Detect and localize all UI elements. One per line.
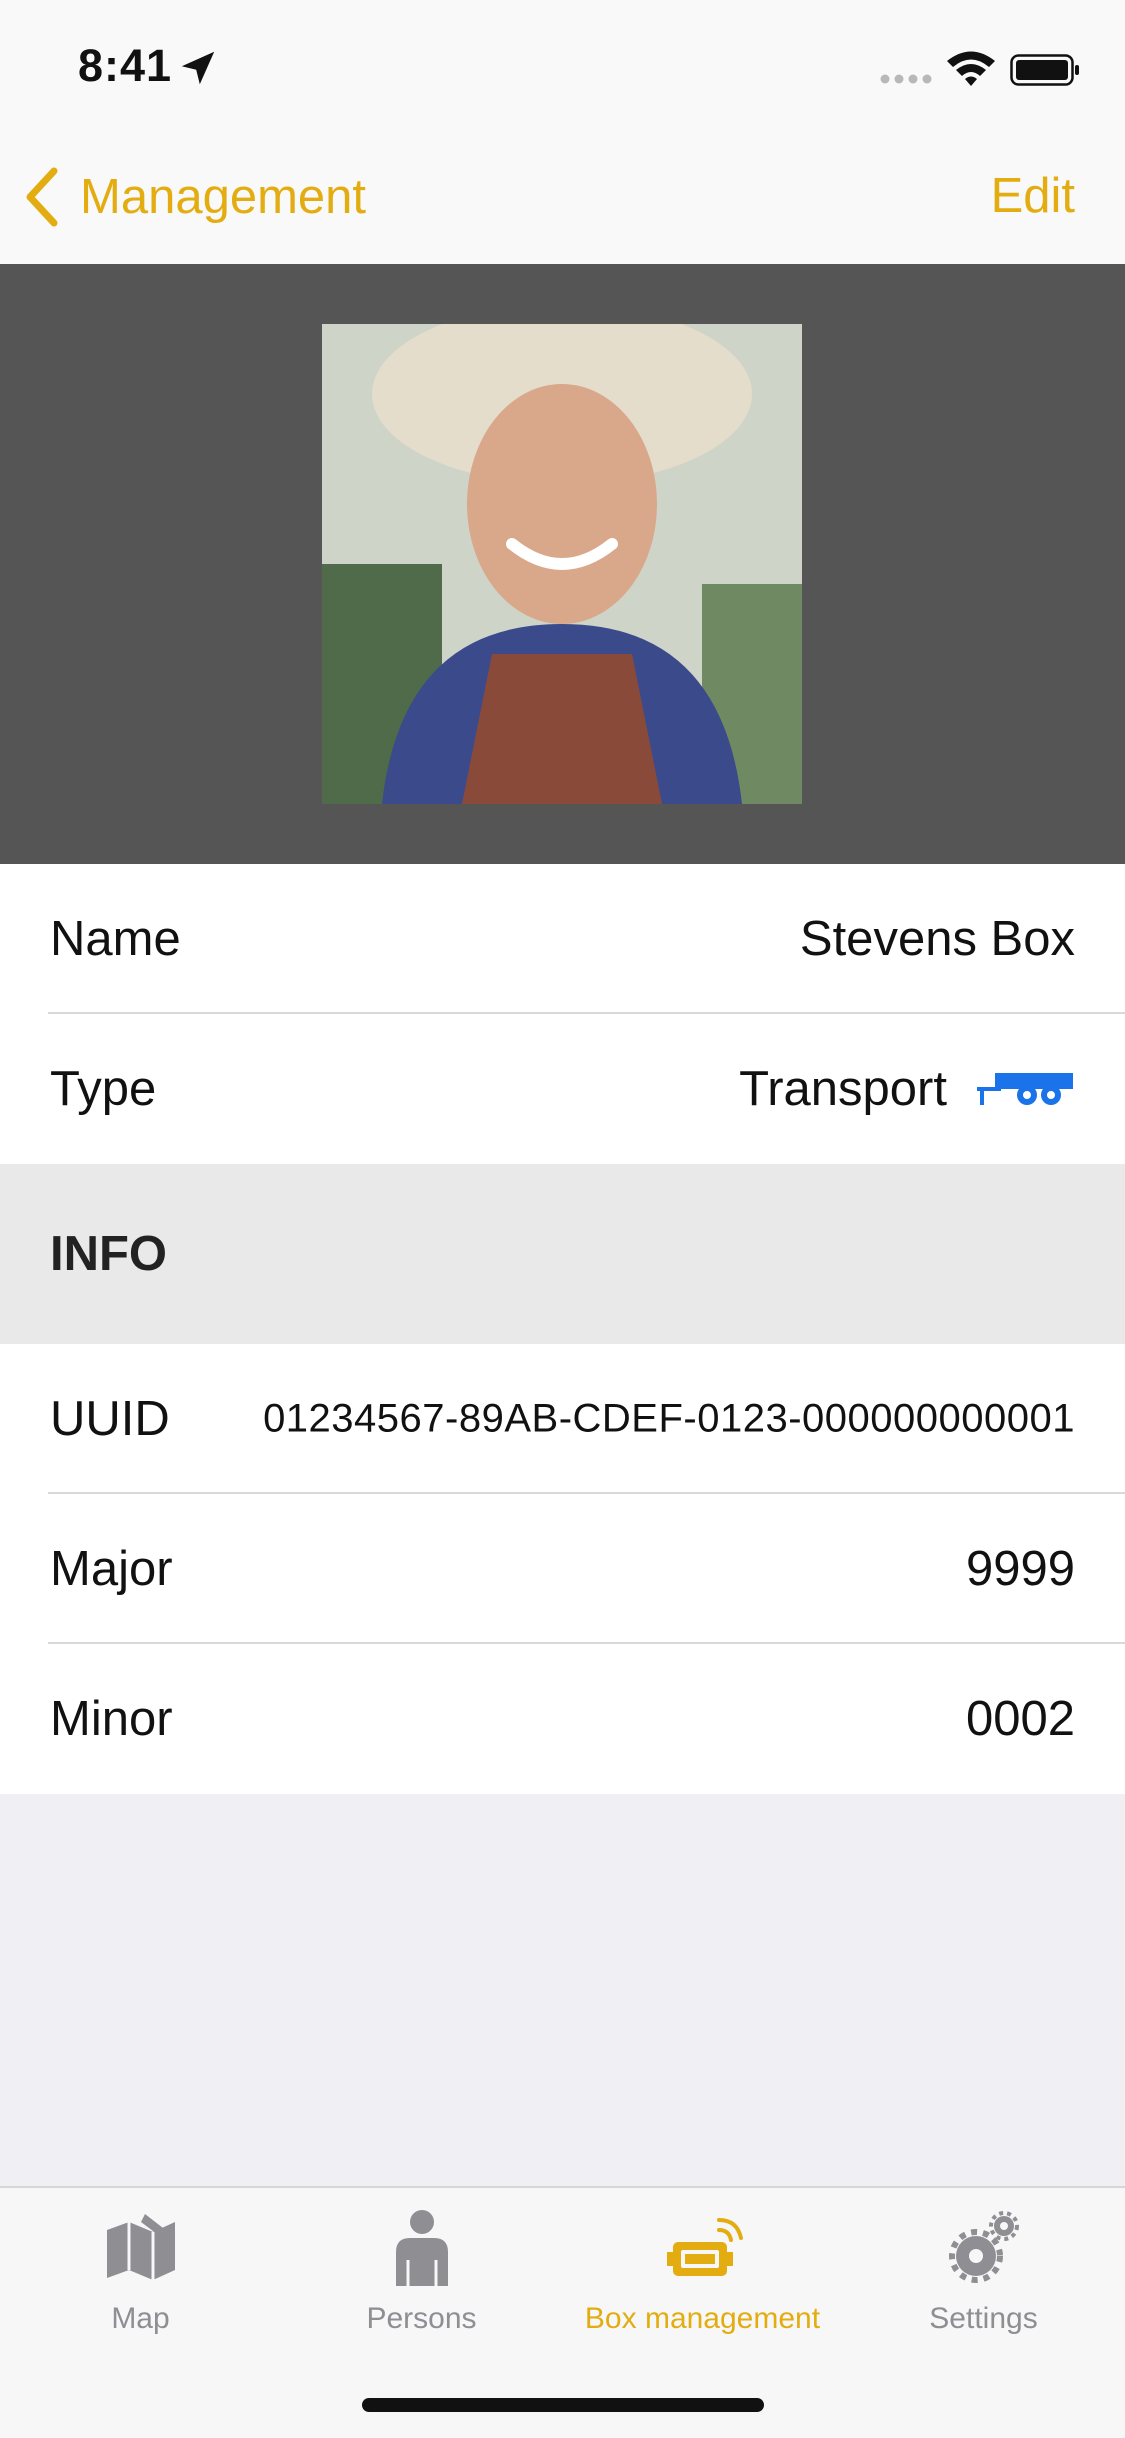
cellular-signal-icon bbox=[880, 74, 932, 84]
tab-settings-label: Settings bbox=[929, 2302, 1038, 2335]
trailer-icon bbox=[977, 1073, 1073, 1105]
navigation-bar: Management Edit bbox=[0, 132, 1125, 264]
tab-box-management-label: Box management bbox=[584, 2302, 821, 2335]
type-value-group: Transport bbox=[739, 1061, 1075, 1117]
box-photo-header bbox=[0, 264, 1125, 864]
info-section-header: INFO bbox=[0, 1164, 1125, 1344]
tab-map-label: Map bbox=[111, 2302, 170, 2335]
back-button-label: Management bbox=[80, 170, 367, 224]
info-section: UUID 01234567-89AB-CDEF-0123-00000000000… bbox=[0, 1344, 1125, 1794]
tab-bar: Map Persons Box management Settings bbox=[0, 2186, 1125, 2438]
edit-button[interactable]: Edit bbox=[991, 168, 1075, 224]
gears-icon bbox=[948, 2211, 1019, 2283]
box-photo[interactable] bbox=[322, 324, 802, 804]
map-icon bbox=[106, 2214, 175, 2280]
tab-box-management[interactable]: Box management bbox=[562, 2208, 843, 2358]
uuid-label: UUID bbox=[50, 1392, 170, 1446]
major-row[interactable]: Major 9999 bbox=[0, 1494, 1125, 1644]
tab-map[interactable]: Map bbox=[0, 2208, 281, 2358]
chevron-left-icon bbox=[26, 167, 58, 227]
person-icon bbox=[395, 2210, 448, 2286]
status-bar: 8:41 bbox=[0, 0, 1125, 132]
major-value: 9999 bbox=[965, 1542, 1075, 1596]
type-row[interactable]: Type Transport bbox=[0, 1014, 1125, 1164]
status-time: 8:41 bbox=[78, 40, 173, 91]
major-label: Major bbox=[50, 1542, 173, 1596]
back-button[interactable]: Management bbox=[22, 162, 366, 232]
uuid-value: 01234567-89AB-CDEF-0123-000000000001 bbox=[263, 1396, 1075, 1441]
name-value: Stevens Box bbox=[799, 912, 1075, 966]
tab-persons[interactable]: Persons bbox=[281, 2208, 562, 2358]
info-header-label: INFO bbox=[50, 1227, 168, 1281]
minor-label: Minor bbox=[50, 1692, 173, 1746]
minor-row[interactable]: Minor 0002 bbox=[0, 1644, 1125, 1794]
minor-value: 0002 bbox=[965, 1692, 1075, 1746]
battery-icon bbox=[1010, 54, 1079, 86]
wifi-icon bbox=[947, 51, 995, 86]
name-row[interactable]: Name Stevens Box bbox=[0, 864, 1125, 1014]
uuid-row[interactable]: UUID 01234567-89AB-CDEF-0123-00000000000… bbox=[0, 1344, 1125, 1494]
tab-persons-label: Persons bbox=[366, 2302, 477, 2335]
home-indicator[interactable] bbox=[362, 2398, 764, 2412]
type-label: Type bbox=[50, 1062, 157, 1116]
type-value: Transport bbox=[739, 1062, 947, 1116]
details-section: Name Stevens Box Type Transport bbox=[0, 864, 1125, 1164]
person-photo-image bbox=[322, 324, 802, 804]
name-label: Name bbox=[50, 912, 181, 966]
box-signal-icon bbox=[666, 2218, 743, 2276]
tab-settings[interactable]: Settings bbox=[843, 2208, 1124, 2358]
location-arrow-icon bbox=[181, 51, 215, 85]
